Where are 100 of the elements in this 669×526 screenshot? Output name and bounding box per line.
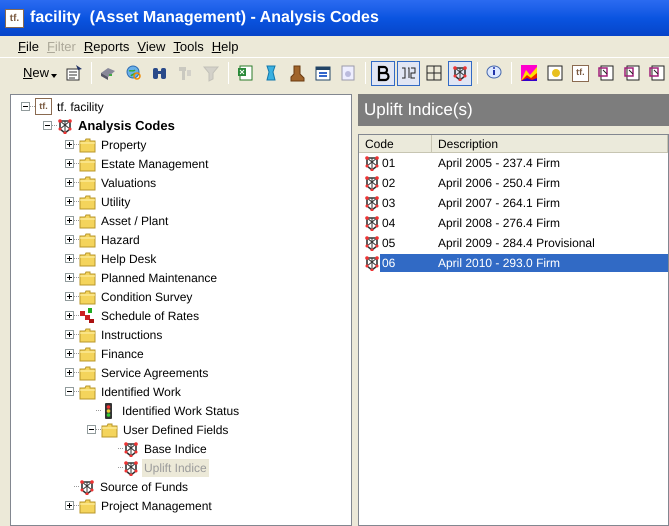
tree-item[interactable]: Analysis Codes bbox=[76, 116, 177, 136]
tree-item[interactable]: Hazard bbox=[99, 230, 142, 248]
expand-button[interactable] bbox=[65, 501, 74, 510]
collapse-button[interactable] bbox=[65, 387, 74, 396]
network-icon bbox=[364, 255, 380, 271]
code-cell-text: 01 bbox=[381, 155, 396, 172]
expand-button[interactable] bbox=[65, 311, 74, 320]
tree-item[interactable]: Finance bbox=[99, 344, 146, 362]
tree-item[interactable]: User Defined Fields bbox=[121, 420, 230, 438]
report-icon bbox=[648, 64, 666, 82]
list-row[interactable]: 01 April 2005 - 237.4 Firm bbox=[359, 153, 668, 173]
list-row[interactable]: 05 April 2009 - 284.4 Provisional bbox=[359, 233, 668, 253]
tree-item[interactable]: Identified Work bbox=[99, 382, 183, 400]
list-row[interactable]: 04 April 2008 - 276.4 Firm bbox=[359, 213, 668, 233]
expand-button[interactable] bbox=[65, 235, 74, 244]
expand-button[interactable] bbox=[65, 197, 74, 206]
expand-button[interactable] bbox=[65, 254, 74, 263]
tree-item[interactable]: Service Agreements bbox=[99, 364, 210, 382]
tree-item[interactable]: Property bbox=[99, 136, 148, 154]
tree-item[interactable]: tf. facility bbox=[55, 98, 106, 116]
description-cell-text: April 2006 - 250.4 Firm bbox=[437, 175, 560, 192]
toolbar-button[interactable] bbox=[448, 60, 472, 86]
collapse-button[interactable] bbox=[87, 425, 96, 434]
tree-item[interactable]: Help Desk bbox=[99, 250, 158, 268]
folder-icon bbox=[79, 326, 96, 342]
expand-button[interactable] bbox=[65, 349, 74, 358]
tree-item[interactable]: Schedule of Rates bbox=[99, 306, 202, 324]
expand-button[interactable] bbox=[65, 368, 74, 377]
list-row[interactable]: 02 April 2006 - 250.4 Firm bbox=[359, 173, 668, 193]
network-icon bbox=[79, 478, 95, 494]
tree-item[interactable]: Estate Management bbox=[99, 154, 210, 172]
expand-button[interactable] bbox=[65, 292, 74, 301]
expand-button[interactable] bbox=[65, 273, 74, 282]
description-cell-text: April 2010 - 293.0 Firm bbox=[437, 255, 560, 272]
toolbar-button[interactable] bbox=[371, 60, 395, 86]
collapse-button[interactable] bbox=[21, 102, 30, 111]
folder-icon bbox=[79, 212, 96, 228]
toolbar-button[interactable] bbox=[396, 60, 420, 86]
menu-item[interactable]: View bbox=[137, 36, 166, 56]
code-cell-text: 03 bbox=[381, 195, 396, 212]
code-cell-text: 05 bbox=[381, 235, 396, 252]
description-cell-text: April 2005 - 237.4 Firm bbox=[437, 155, 560, 172]
tree-item[interactable]: Planned Maintenance bbox=[99, 268, 220, 286]
tree-item[interactable]: Valuations bbox=[99, 174, 158, 192]
tree-item[interactable]: Asset / Plant bbox=[99, 212, 170, 230]
logo-icon: tf. bbox=[35, 98, 52, 115]
tree-item[interactable]: Instructions bbox=[99, 326, 164, 344]
code-cell-text: 06 bbox=[381, 255, 396, 272]
folder-icon bbox=[79, 250, 96, 266]
toolbar-button[interactable]: tf. bbox=[568, 60, 592, 86]
column-header[interactable]: Code bbox=[359, 135, 432, 153]
folder-icon bbox=[79, 156, 96, 172]
spreadsheet-icon bbox=[236, 64, 255, 82]
document-icon bbox=[339, 64, 358, 82]
report-icon bbox=[597, 64, 615, 82]
folder-icon bbox=[79, 346, 96, 362]
folder-icon bbox=[79, 194, 96, 210]
tree-item[interactable]: Base Indice bbox=[142, 440, 209, 458]
collapse-button[interactable] bbox=[43, 121, 52, 130]
network-icon bbox=[123, 440, 139, 456]
folder-icon bbox=[79, 384, 96, 400]
folder-icon bbox=[101, 422, 118, 438]
folder-icon bbox=[79, 498, 96, 514]
globe-icon bbox=[125, 64, 144, 82]
tree-item[interactable]: Identified Work Status bbox=[120, 402, 242, 420]
description-cell-text: April 2007 - 264.1 Firm bbox=[437, 195, 560, 212]
tree-item[interactable]: Utility bbox=[99, 192, 132, 210]
network-icon bbox=[364, 175, 380, 191]
expand-button[interactable] bbox=[65, 330, 74, 339]
properties-icon bbox=[64, 64, 83, 82]
menu-item[interactable]: Tools bbox=[173, 36, 204, 56]
blocks-icon bbox=[79, 307, 96, 324]
menu-item[interactable]: File bbox=[18, 36, 39, 56]
column-header[interactable]: Description bbox=[432, 135, 668, 153]
description-cell-text: April 2009 - 284.4 Provisional bbox=[437, 235, 595, 252]
grid-icon bbox=[425, 64, 444, 82]
image-icon bbox=[546, 64, 564, 82]
network-icon bbox=[364, 235, 380, 251]
tree-item[interactable]: Condition Survey bbox=[99, 288, 194, 306]
logo-icon: tf. bbox=[572, 64, 589, 82]
folder-icon bbox=[79, 364, 96, 380]
network-icon bbox=[364, 215, 380, 231]
network-icon bbox=[452, 65, 468, 81]
funnel-icon bbox=[202, 64, 220, 82]
tree-item[interactable]: Source of Funds bbox=[98, 478, 190, 496]
folder-icon bbox=[79, 232, 96, 248]
folder-icon bbox=[79, 174, 96, 190]
chart-icon bbox=[520, 64, 538, 82]
list-row[interactable]: 03 April 2007 - 264.1 Firm bbox=[359, 193, 668, 213]
expand-button[interactable] bbox=[65, 140, 74, 149]
expand-button[interactable] bbox=[65, 216, 74, 225]
panel-title: Uplift Indice(s) bbox=[364, 99, 473, 122]
new-button[interactable]: New bbox=[20, 61, 60, 85]
tree-item[interactable]: Project Management bbox=[99, 496, 214, 514]
folder-icon bbox=[79, 288, 96, 304]
menu-item[interactable]: Help bbox=[212, 36, 238, 56]
menu-item[interactable]: Reports bbox=[84, 36, 130, 56]
expand-button[interactable] bbox=[65, 178, 74, 187]
network-icon bbox=[364, 195, 380, 211]
expand-button[interactable] bbox=[65, 159, 74, 168]
